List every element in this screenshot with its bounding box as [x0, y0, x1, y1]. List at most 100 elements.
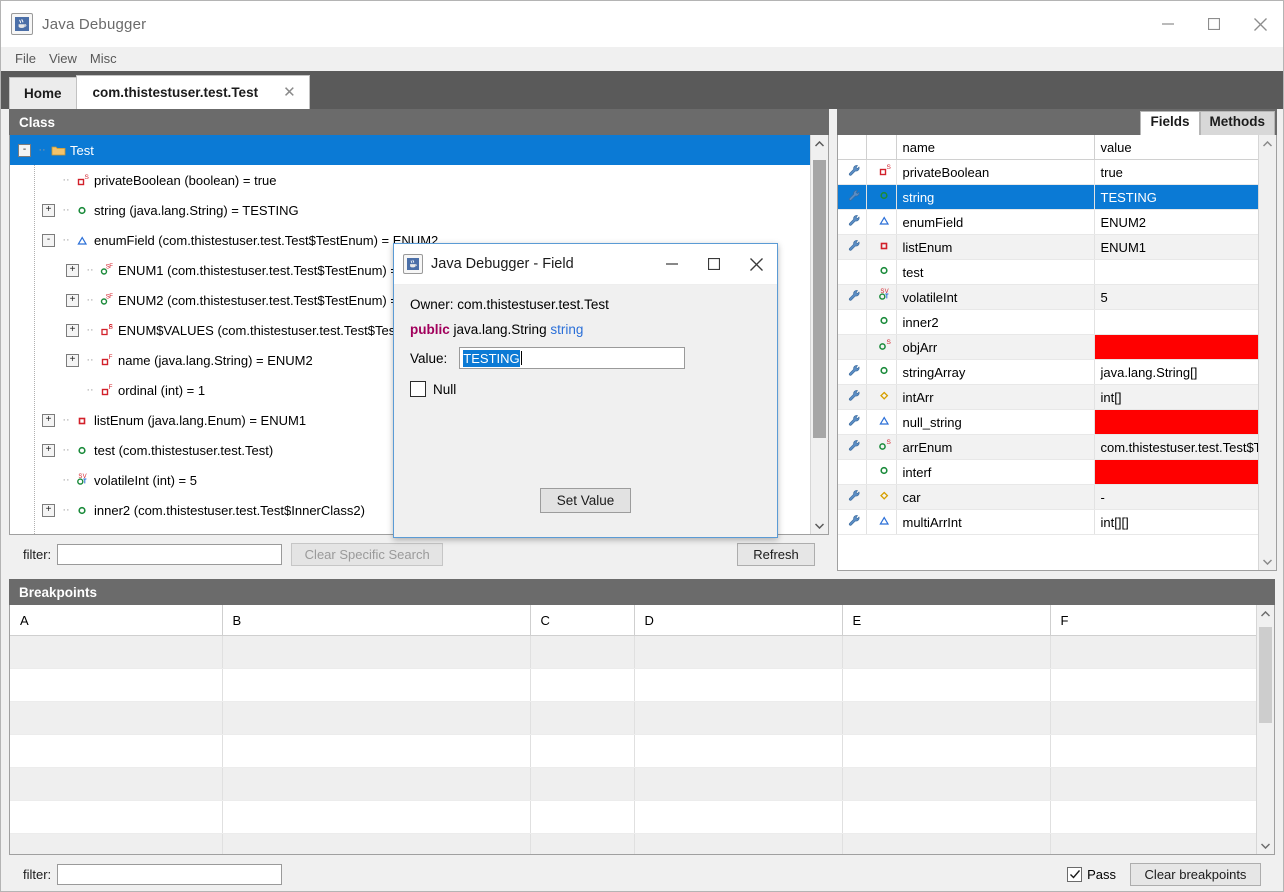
fields-row[interactable]: multiArrIntint[][] — [838, 510, 1261, 535]
class-tree-scrollbar[interactable] — [810, 135, 828, 534]
scroll-down-icon[interactable] — [1257, 837, 1274, 854]
fields-table-scrollbar[interactable] — [1258, 135, 1276, 570]
scroll-up-icon[interactable] — [1259, 135, 1276, 152]
breakpoints-column-header[interactable]: E — [842, 605, 1050, 636]
tree-expand-toggle[interactable]: + — [42, 534, 55, 535]
dialog-close-button[interactable] — [735, 244, 777, 284]
java-coffee-cup-icon — [403, 254, 423, 274]
tree-expand-toggle[interactable]: + — [66, 294, 79, 307]
scrollbar-thumb[interactable] — [813, 160, 826, 438]
set-value-button[interactable]: Set Value — [540, 488, 632, 513]
tree-connector: ·· — [59, 474, 73, 486]
edit-wrench-icon[interactable] — [838, 435, 866, 460]
field-no-edit — [838, 460, 866, 485]
fields-table-header-row: name value — [838, 135, 1261, 160]
edit-wrench-icon[interactable] — [838, 485, 866, 510]
menu-view[interactable]: View — [45, 49, 86, 69]
close-button[interactable] — [1237, 1, 1283, 47]
edit-wrench-icon[interactable] — [838, 510, 866, 535]
tree-expand-toggle[interactable]: + — [42, 204, 55, 217]
maximize-button[interactable] — [1191, 1, 1237, 47]
dialog-owner: Owner: com.thistestuser.test.Test — [410, 297, 761, 312]
edit-wrench-icon[interactable] — [838, 210, 866, 235]
breakpoints-row[interactable] — [10, 669, 1261, 702]
breakpoints-column-header[interactable]: D — [634, 605, 842, 636]
tab-fields[interactable]: Fields — [1140, 111, 1199, 135]
edit-wrench-icon[interactable] — [838, 160, 866, 185]
fields-panel-header: Fields Methods — [837, 109, 1277, 135]
field-name-cell: test — [896, 260, 1094, 285]
tree-node[interactable]: ··SprivateBoolean (boolean) = true — [10, 165, 811, 195]
minimize-button[interactable] — [1145, 1, 1191, 47]
edit-wrench-icon[interactable] — [838, 285, 866, 310]
dialog-maximize-button[interactable] — [693, 244, 735, 284]
breakpoints-scrollbar[interactable] — [1256, 605, 1274, 854]
breakpoints-column-header[interactable]: F — [1050, 605, 1261, 636]
field-no-edit — [838, 310, 866, 335]
edit-wrench-icon[interactable] — [838, 360, 866, 385]
fields-row[interactable]: interf — [838, 460, 1261, 485]
tree-collapse-toggle[interactable]: - — [18, 144, 31, 157]
fields-row[interactable]: SarrEnumcom.thistestuser.test.Test$Tes..… — [838, 435, 1261, 460]
tree-node[interactable]: +··string (java.lang.String) = TESTING — [10, 195, 811, 225]
fields-row[interactable]: intArrint[] — [838, 385, 1261, 410]
tree-expand-toggle[interactable]: + — [42, 504, 55, 517]
tree-expand-toggle[interactable]: + — [66, 264, 79, 277]
fields-row[interactable]: SVvolatileInt5 — [838, 285, 1261, 310]
scroll-up-icon[interactable] — [811, 135, 828, 152]
fields-row[interactable]: enumFieldENUM2 — [838, 210, 1261, 235]
breakpoints-row[interactable] — [10, 636, 1261, 669]
fields-row[interactable]: listEnumENUM1 — [838, 235, 1261, 260]
field-name-cell: car — [896, 485, 1094, 510]
dialog-minimize-button[interactable] — [651, 244, 693, 284]
fields-row[interactable]: SprivateBooleantrue — [838, 160, 1261, 185]
edit-wrench-icon[interactable] — [838, 235, 866, 260]
fields-row[interactable]: stringTESTING — [838, 185, 1261, 210]
breakpoints-row[interactable] — [10, 735, 1261, 768]
fields-row[interactable]: test — [838, 260, 1261, 285]
pass-checkbox[interactable]: Pass — [1067, 867, 1116, 882]
clear-specific-search-button[interactable]: Clear Specific Search — [291, 543, 443, 566]
tree-expand-toggle[interactable]: + — [42, 414, 55, 427]
clear-breakpoints-button[interactable]: Clear breakpoints — [1130, 863, 1261, 886]
class-filter-input[interactable] — [57, 544, 282, 565]
svg-text:S: S — [84, 534, 89, 535]
tree-expand-toggle[interactable]: + — [42, 444, 55, 457]
scrollbar-thumb[interactable] — [1259, 627, 1272, 723]
value-input[interactable]: TESTING — [459, 347, 685, 369]
breakpoints-row[interactable] — [10, 768, 1261, 801]
fields-row[interactable]: inner2 — [838, 310, 1261, 335]
menu-file[interactable]: File — [11, 49, 45, 69]
scroll-down-icon[interactable] — [811, 517, 828, 534]
edit-wrench-icon[interactable] — [838, 410, 866, 435]
breakpoints-row[interactable] — [10, 702, 1261, 735]
tree-collapse-toggle[interactable]: - — [42, 234, 55, 247]
tab-test-class[interactable]: com.thistestuser.test.Test ✕ — [76, 75, 310, 109]
tree-node[interactable]: -··Test — [10, 135, 811, 165]
breakpoints-cell — [842, 768, 1050, 801]
fields-row[interactable]: car- — [838, 485, 1261, 510]
fields-row[interactable]: stringArrayjava.lang.String[] — [838, 360, 1261, 385]
menu-misc[interactable]: Misc — [86, 49, 126, 69]
breakpoints-column-header[interactable]: A — [10, 605, 222, 636]
class-filter-row: filter: Clear Specific Search Refresh — [9, 537, 829, 571]
null-checkbox[interactable]: Null — [410, 381, 761, 397]
tree-expand-toggle[interactable]: + — [66, 324, 79, 337]
breakpoints-column-header[interactable]: B — [222, 605, 530, 636]
tree-expand-toggle[interactable]: + — [66, 354, 79, 367]
edit-wrench-icon[interactable] — [838, 385, 866, 410]
close-icon[interactable]: ✕ — [280, 85, 299, 100]
breakpoints-row[interactable] — [10, 834, 1261, 856]
field-public-icon — [866, 310, 896, 335]
fields-row[interactable]: null_string — [838, 410, 1261, 435]
fields-row[interactable]: SobjArr — [838, 335, 1261, 360]
breakpoints-row[interactable] — [10, 801, 1261, 834]
breakpoints-column-header[interactable]: C — [530, 605, 634, 636]
tab-methods[interactable]: Methods — [1200, 111, 1276, 135]
edit-wrench-icon[interactable] — [838, 185, 866, 210]
breakpoints-filter-input[interactable] — [57, 864, 282, 885]
scroll-down-icon[interactable] — [1259, 553, 1276, 570]
refresh-button[interactable]: Refresh — [737, 543, 815, 566]
tab-home[interactable]: Home — [9, 77, 77, 109]
scroll-up-icon[interactable] — [1257, 605, 1274, 622]
